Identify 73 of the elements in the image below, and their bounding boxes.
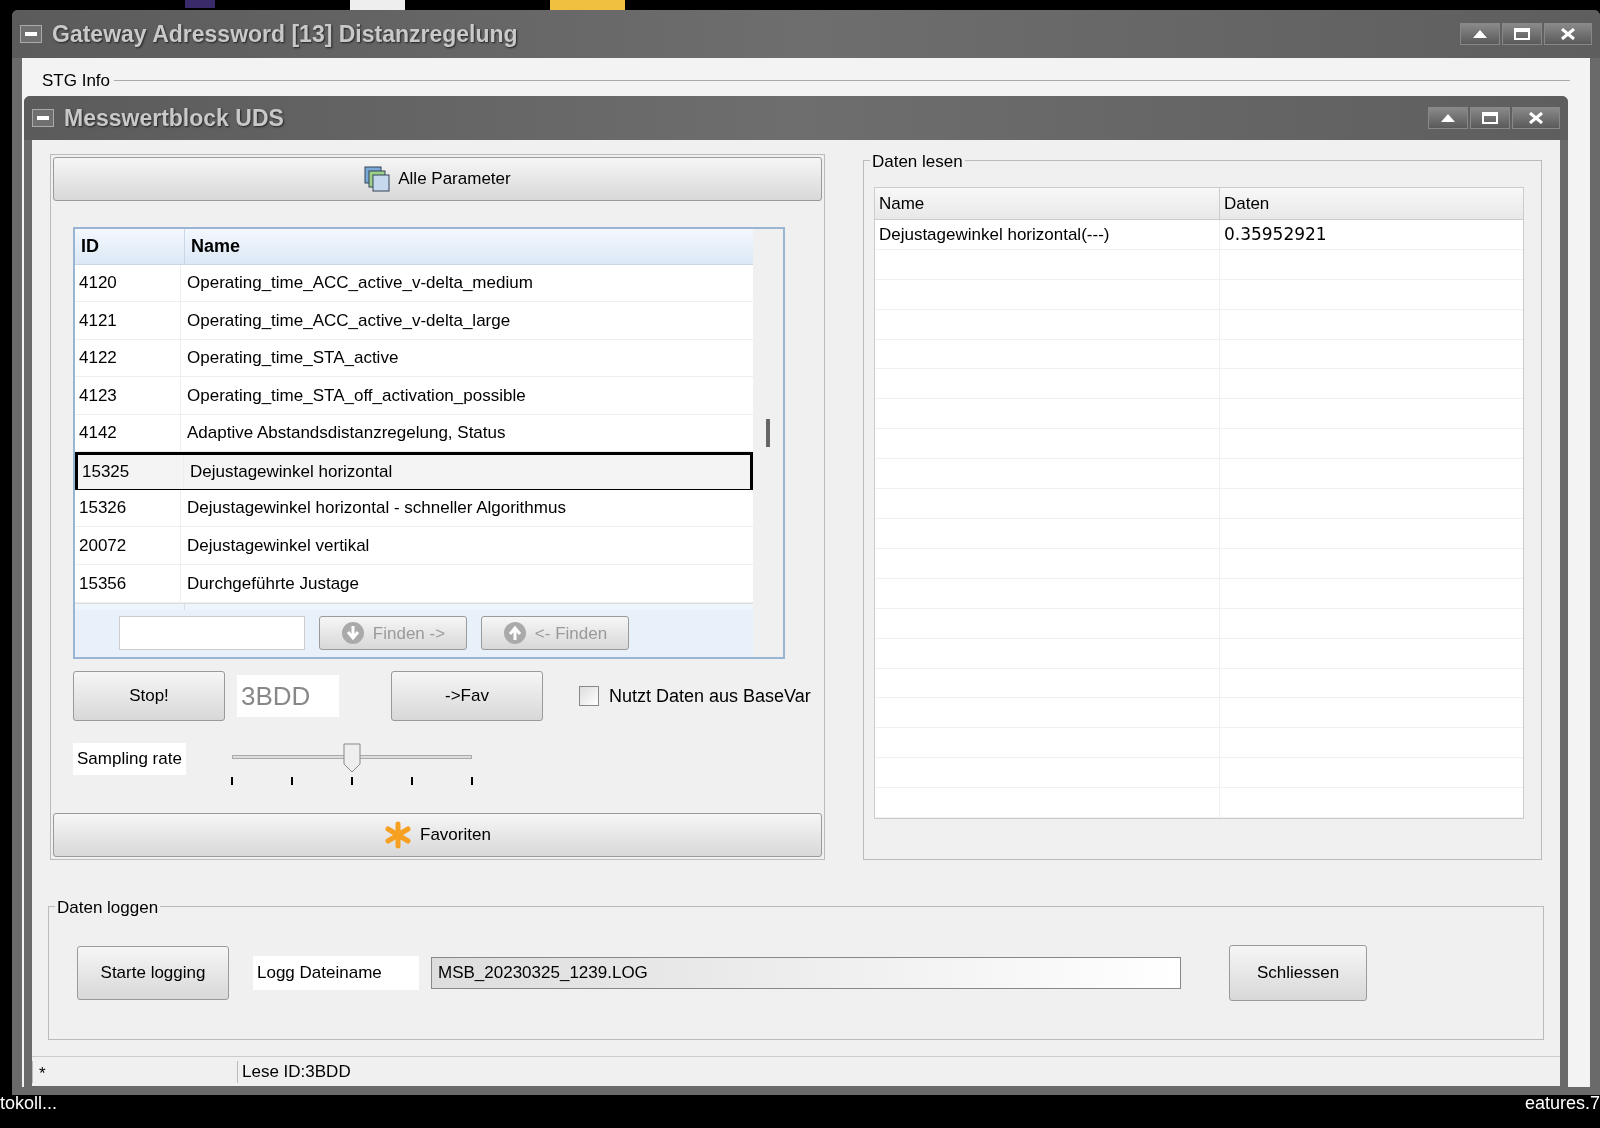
minus-icon bbox=[25, 32, 37, 36]
minus-icon bbox=[37, 116, 49, 120]
up-arrow-icon bbox=[1441, 114, 1455, 122]
system-menu-button[interactable] bbox=[20, 25, 42, 43]
table-cell-text: Adaptive Abstandsdistanzregelung, Status bbox=[186, 422, 507, 445]
table-row[interactable]: 4121 Operating_time_ACC_active_v-delta_large bbox=[75, 302, 753, 340]
table-cell: 15325 bbox=[78, 455, 184, 489]
sampling-rate-slider[interactable] bbox=[231, 743, 472, 787]
desktop-label: tokoll... bbox=[0, 1092, 58, 1115]
add-favorite-button[interactable]: ->Fav bbox=[391, 671, 543, 721]
table-cell-text: Dejustagewinkel horizontal - schneller Algorithmus bbox=[186, 497, 567, 520]
table-cell: 4122 bbox=[75, 339, 181, 377]
window-title: Messwertblock UDS bbox=[64, 103, 285, 133]
maximize-button[interactable] bbox=[1470, 107, 1510, 129]
stop-button[interactable]: Stop! bbox=[73, 671, 225, 721]
status-text: * bbox=[32, 1060, 238, 1083]
scrollbar[interactable] bbox=[753, 229, 783, 657]
table-row[interactable]: 4122 Operating_time_STA_active bbox=[75, 339, 753, 378]
close-icon bbox=[1561, 28, 1575, 40]
system-menu-button[interactable] bbox=[32, 109, 54, 127]
window-title: Gateway Adressword [13] Distanzregelung bbox=[52, 19, 519, 49]
asterisk-icon bbox=[384, 821, 412, 849]
table-row[interactable]: 4120 Operating_time_ACC_active_v-delta_medium bbox=[75, 264, 753, 303]
id-field[interactable]: 3BDD bbox=[237, 675, 339, 717]
table-row[interactable]: 15356 Durchgeführte Justage bbox=[75, 565, 753, 603]
table-row[interactable]: 15326 Dejustagewinkel horizontal - schneller Algorithmus bbox=[75, 489, 753, 528]
column-header[interactable]: Name bbox=[185, 229, 753, 264]
up-arrow-icon bbox=[1473, 30, 1487, 38]
status-text: Lese ID:3BDD bbox=[241, 1060, 352, 1083]
table-row[interactable]: 15325 Dejustagewinkel horizontal bbox=[75, 452, 753, 490]
minimize-button[interactable] bbox=[1428, 107, 1468, 129]
sampling-rate-label: Sampling rate bbox=[73, 743, 186, 775]
desktop-label: eatures.7 bbox=[1525, 1092, 1600, 1115]
file-name-field[interactable]: MSB_20230325_1239.LOG bbox=[431, 957, 1181, 989]
table-cell-text: Dejustagewinkel vertikal bbox=[186, 534, 371, 557]
basevar-checkbox[interactable]: Nutzt Daten aus BaseVar bbox=[579, 682, 811, 710]
close-button[interactable] bbox=[1544, 23, 1592, 45]
column-header[interactable]: ID bbox=[75, 229, 185, 264]
maximize-button[interactable] bbox=[1502, 23, 1542, 45]
maximize-icon bbox=[1482, 112, 1498, 124]
table-cell-text: Dejustagewinkel horizontal bbox=[189, 461, 394, 484]
table-cell-text: 0.35952921 bbox=[1223, 222, 1327, 246]
scrollbar-thumb[interactable] bbox=[766, 419, 770, 447]
favorites-button[interactable]: Favoriten bbox=[53, 813, 822, 857]
column-header[interactable]: Name bbox=[874, 188, 1220, 219]
group-title: STG Info bbox=[42, 70, 111, 92]
table-cell: 4142 bbox=[75, 414, 181, 452]
table-row[interactable]: 20072 Dejustagewinkel vertikal bbox=[75, 527, 753, 565]
table-cell: 4121 bbox=[75, 302, 181, 339]
close-icon bbox=[1529, 112, 1543, 124]
table-cell: 15356 bbox=[75, 565, 181, 602]
file-name-label: Logg Dateiname bbox=[253, 956, 419, 990]
table-cell: 20072 bbox=[75, 527, 181, 564]
table-cell-text: Durchgeführte Justage bbox=[186, 572, 360, 595]
table-cell-text: Dejustagewinkel horizontal(---) bbox=[878, 223, 1110, 246]
table-cell-text: Operating_time_ACC_active_v-delta_large bbox=[186, 309, 512, 332]
all-parameters-button[interactable]: Alle Parameter bbox=[53, 157, 822, 201]
minimize-button[interactable] bbox=[1460, 23, 1500, 45]
maximize-icon bbox=[1514, 28, 1530, 40]
table-cell-text: Operating_time_STA_off_activation_possible bbox=[186, 384, 527, 407]
table-cell: 4123 bbox=[75, 377, 181, 414]
table-row[interactable]: 4123 Operating_time_STA_off_activation_possible bbox=[75, 377, 753, 415]
table-cell-text: Operating_time_STA_active bbox=[186, 347, 400, 370]
windows-stack-icon bbox=[364, 166, 391, 192]
start-logging-button[interactable]: Starte logging bbox=[77, 946, 229, 1000]
slider-thumb[interactable] bbox=[342, 743, 361, 773]
table-cell: 4120 bbox=[75, 264, 181, 302]
column-header[interactable]: Daten bbox=[1219, 188, 1523, 219]
table-cell-text: Operating_time_ACC_active_v-delta_medium bbox=[186, 272, 534, 295]
close-window-button[interactable]: Schliessen bbox=[1229, 945, 1367, 1001]
table-cell: 15326 bbox=[75, 489, 181, 527]
search-field[interactable] bbox=[119, 616, 305, 651]
close-button[interactable] bbox=[1512, 107, 1560, 129]
